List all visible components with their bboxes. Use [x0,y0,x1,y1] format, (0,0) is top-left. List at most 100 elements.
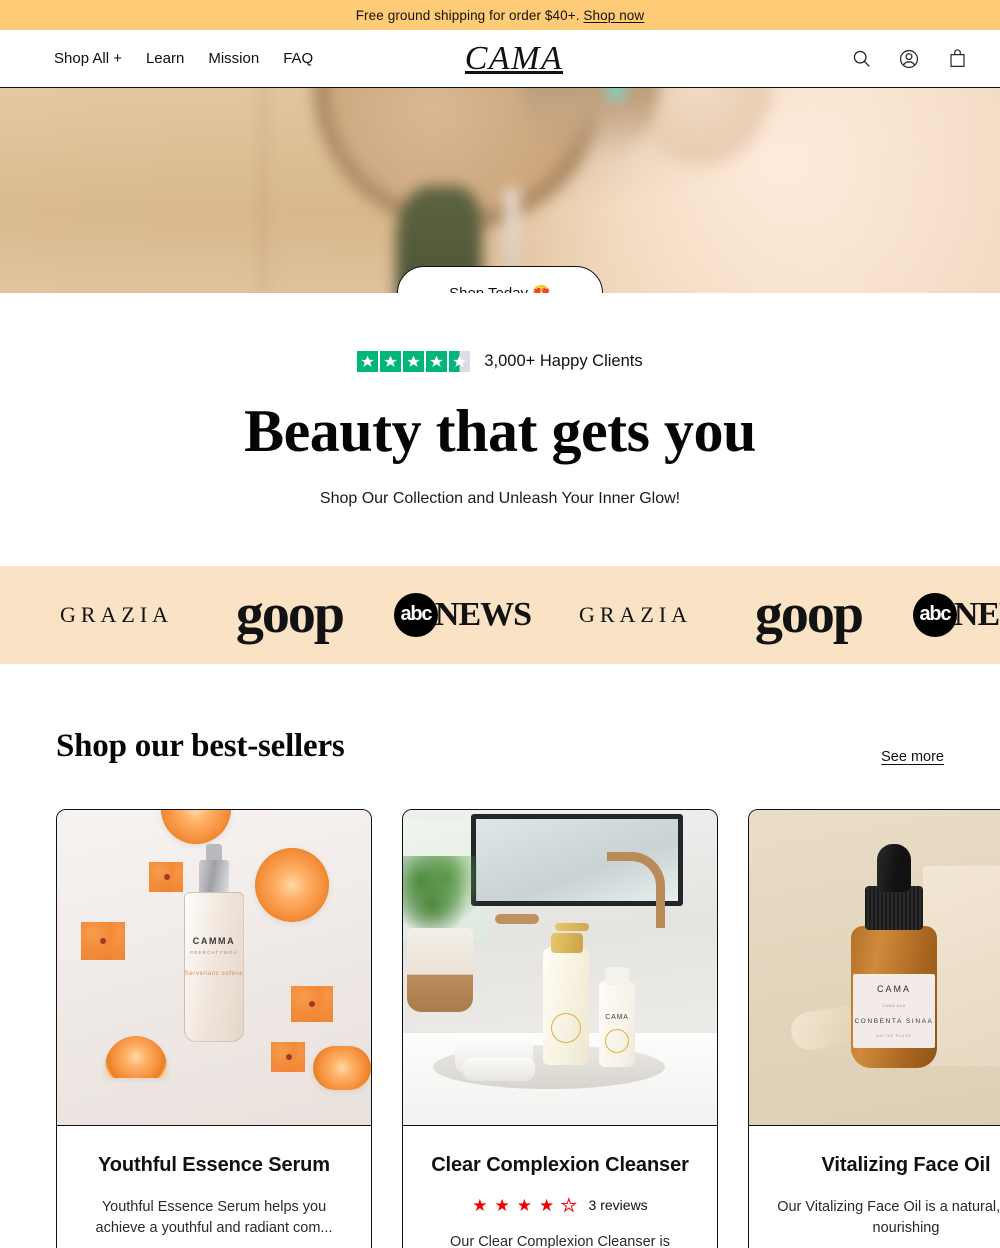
trust-text: 3,000+ Happy Clients [484,352,643,370]
faucet [607,851,665,928]
press-marquee: GRAZIA goop abc NEWS GRAZIA goop abc NE [0,565,1000,664]
hero-cta-wrap: Shop Today 😍 [397,266,603,293]
nav-item-mission[interactable]: Mission [208,50,259,67]
trust-star-1 [357,351,379,372]
product-description: Our Clear Complexion Cleanser is [450,1233,670,1248]
star-filled: ★ [539,1195,555,1215]
product-rating: ★ ★ ★ ★ ★ 3 reviews [421,1195,699,1215]
section-title: Shop our best-sellers [56,727,345,764]
serum-bottle [184,891,244,1042]
flower [271,1041,305,1072]
cart-icon[interactable] [944,46,970,72]
brand-logo[interactable]: CAMA [465,40,564,78]
best-sellers-section: Shop our best-sellers See more CAMMA PEE… [0,664,1000,1248]
paper-roll [788,1004,856,1053]
primary-nav: Shop All + Learn Mission FAQ [54,50,313,67]
page-subtitle: Shop Our Collection and Unleash Your Inn… [319,489,681,507]
product-image-serum: CAMMA PEERCATYWGA Serverianc cofene [57,809,371,1126]
product-image-cleanser: CAMA [403,809,717,1126]
product-grid: CAMMA PEERCATYWGA Serverianc cofene Yout… [56,808,1000,1248]
bottle-brand-label: CAMA [876,983,911,994]
bottle-sub-label: PEERCATYWGA [190,949,238,955]
hero-photo [0,88,1000,293]
plant [403,855,477,938]
product-info: Clear Complexion Cleanser ★ ★ ★ ★ ★ 3 re… [403,1126,717,1248]
citrus-slice [161,809,231,844]
product-info: Youthful Essence Serum Youthful Essence … [57,1126,371,1248]
press-logo-text: goop [754,583,864,646]
citrus-half [313,1045,371,1090]
pump-small [605,966,629,985]
announcement-shop-now-link[interactable]: Shop now [583,8,644,23]
abc-mark: abc [912,592,957,637]
trustpilot-stars [357,351,471,372]
product-title: Youthful Essence Serum [98,1153,330,1176]
header-actions [848,46,970,72]
towel [463,1056,535,1081]
search-icon[interactable] [848,46,874,72]
faucet-handle [495,913,539,924]
bottle-foot-label: NATIVE PLAGE [876,1033,912,1038]
trust-row: 3,000+ Happy Clients [0,351,1000,372]
dropper-teat [877,843,911,892]
account-icon[interactable] [896,46,922,72]
press-logo-goop: goop [203,586,376,642]
announcement-text: Free ground shipping for order $40+. [355,7,584,23]
press-logo-text: NEWS [953,595,1000,633]
bottle-line-label: CONBENTA SINAA [854,1017,934,1025]
trust-star-4 [426,351,448,372]
product-info: Vitalizing Face Oil Our Vitalizing Face … [749,1126,1000,1248]
shop-today-button[interactable]: Shop Today 😍 [397,266,603,293]
plant-pot [407,927,473,1012]
press-logo-text: GRAZIA [578,601,693,627]
bottle-brand-label: CAMA [605,1013,629,1021]
star-empty: ★ [561,1195,577,1215]
press-logo-grazia: GRAZIA [549,602,722,628]
product-description: Youthful Essence Serum helps you achieve… [95,1198,333,1236]
dropper-collar [865,885,923,930]
flower [81,921,125,960]
nav-item-learn[interactable]: Learn [146,50,184,67]
product-title: Clear Complexion Cleanser [431,1153,689,1176]
citrus-slice [255,847,329,922]
star-filled: ★ [494,1195,510,1215]
nav-item-shop-all[interactable]: Shop All + [54,50,122,67]
hero-copy: 3,000+ Happy Clients Beauty that gets yo… [0,293,1000,508]
bottle-brand-label: CAMMA [192,935,236,946]
star-filled: ★ [516,1195,533,1215]
press-logo-grazia: GRAZIA [30,602,203,628]
site-header: Shop All + Learn Mission FAQ CAMA [0,30,1000,88]
page-title: Beauty that gets you [244,398,756,464]
bottle-line-label: Serverianc cofene [184,970,244,977]
flower [291,985,333,1022]
hero-wall-seam [260,88,266,293]
product-card[interactable]: CAMMA PEERCATYWGA Serverianc cofene Yout… [56,808,372,1248]
pump-large [551,922,589,953]
product-card[interactable]: CAMA Clear Complexion Cleanser ★ ★ ★ ★ ★… [402,808,718,1248]
cleanser-bottle-large [543,946,589,1065]
press-logo-abc-news: abc NEWS [895,592,1000,637]
press-logo-text: GRAZIA [59,601,174,627]
gold-bloom [605,1028,629,1053]
announcement-bar: Free ground shipping for order $40+. Sho… [0,0,1000,30]
bottle-cap [199,859,229,896]
press-track: GRAZIA goop abc NEWS GRAZIA goop abc NE [0,583,1000,646]
bottle-sub-label: CAMA ALO [882,1003,906,1008]
review-count: 3 reviews [588,1197,648,1214]
nav-item-faq[interactable]: FAQ [283,50,313,67]
gold-bloom [551,1012,581,1043]
product-card[interactable]: CAMA CAMA ALO CONBENTA SINAA NATIVE PLAG… [748,808,1000,1248]
trust-star-2 [380,351,402,372]
citrus-half [105,1035,167,1078]
see-more-link[interactable]: See more [881,749,944,765]
star-filled: ★ [472,1195,488,1215]
press-logo-text: NEWS [434,595,532,633]
page-root: Free ground shipping for order $40+. Sho… [0,0,1000,1248]
product-title: Vitalizing Face Oil [821,1153,991,1176]
product-image-face-oil: CAMA CAMA ALO CONBENTA SINAA NATIVE PLAG… [749,809,1000,1126]
bottle-label: CAMA CAMA ALO CONBENTA SINAA NATIVE PLAG… [853,973,935,1048]
section-header: Shop our best-sellers See more [56,728,944,765]
trust-star-3 [403,351,425,372]
press-logo-abc-news: abc NEWS [376,592,549,637]
cleanser-bottle-small [599,980,635,1067]
